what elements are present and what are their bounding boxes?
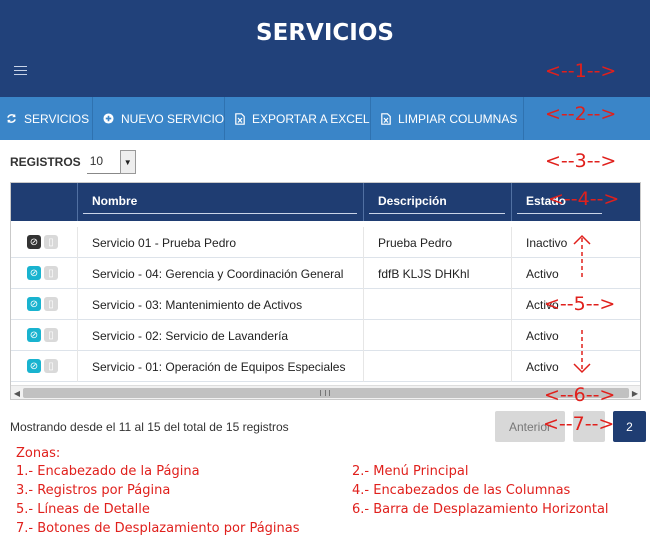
zone-marker-2: <--2-->	[545, 103, 617, 125]
table-row[interactable]: ⊘ ▯ Servicio - 01: Operación de Equipos Es…	[11, 351, 640, 382]
scroll-right-icon[interactable]: ▶	[630, 388, 640, 398]
column-header-label: Nombre	[92, 194, 138, 208]
zone-marker-3: <--3-->	[545, 150, 617, 172]
actions-cell: ⊘ ▯	[11, 258, 77, 289]
cell-nombre: Servicio - 01: Operación de Equipos Espe…	[77, 351, 363, 382]
actions-cell: ⊘ ▯	[11, 351, 77, 382]
legend-item: 2.- Menú Principal	[352, 464, 469, 479]
trash-icon[interactable]: ▯	[44, 235, 58, 249]
scroll-left-icon[interactable]: ◀	[12, 388, 22, 398]
zone-marker-7: <--7-->	[543, 413, 615, 435]
trash-icon[interactable]: ▯	[44, 266, 58, 280]
menu-item-label: SERVICIOS	[24, 111, 90, 126]
toggle-status-icon[interactable]: ⊘	[27, 328, 41, 342]
refresh-icon	[6, 113, 17, 125]
records-summary: Mostrando desde el 11 al 15 del total de…	[10, 420, 289, 434]
cell-nombre: Servicio - 02: Servicio de Lavandería	[77, 320, 363, 351]
cell-nombre: Servicio - 03: Mantenimiento de Activos	[77, 289, 363, 320]
zone-5-arrows	[573, 234, 591, 374]
cell-descripcion: fdfB KLJS DHKhl	[363, 258, 511, 289]
page-title: SERVICIOS	[256, 20, 394, 46]
zone-marker-6: <--6-->	[544, 384, 616, 406]
toggle-status-icon[interactable]: ⊘	[27, 359, 41, 373]
actions-cell: ⊘ ▯	[11, 320, 77, 351]
legend-item: 6.- Barra de Desplazamiento Horizontal	[352, 502, 609, 517]
menu-item-label: LIMPIAR COLUMNAS	[398, 111, 518, 126]
page-size-select[interactable]: 10 ▼	[86, 150, 136, 174]
legend-title: Zonas:	[16, 446, 61, 461]
menu-limpiar-columnas-button[interactable]: LIMPIAR COLUMNAS	[371, 97, 524, 140]
legend-item: 4.- Encabezados de las Columnas	[352, 483, 571, 498]
legend-item: 3.- Registros por Página	[16, 483, 171, 498]
trash-icon[interactable]: ▯	[44, 297, 58, 311]
legend-item: 5.- Líneas de Detalle	[16, 502, 150, 517]
table-row[interactable]: ⊘ ▯ Servicio - 02: Servicio de Lavandería A…	[11, 320, 640, 351]
menu-servicios-button[interactable]: SERVICIOS	[0, 97, 93, 140]
trash-icon[interactable]: ▯	[44, 328, 58, 342]
trash-icon[interactable]: ▯	[44, 359, 58, 373]
toggle-status-icon[interactable]: ⊘	[27, 235, 41, 249]
page-size-value: 10	[89, 154, 104, 168]
hamburger-menu-icon[interactable]	[14, 66, 27, 75]
menu-nuevo-servicio-button[interactable]: NUEVO SERVICIO	[93, 97, 225, 140]
scrollbar-thumb[interactable]	[23, 388, 629, 398]
grip-icon	[320, 390, 330, 396]
page-header: SERVICIOS	[0, 0, 650, 97]
current-page-button[interactable]: 2	[613, 411, 646, 442]
legend-item: 1.- Encabezado de la Página	[16, 464, 200, 479]
menu-item-label: NUEVO SERVICIO	[121, 111, 225, 126]
table-header: Nombre Descripción Estado	[11, 183, 640, 221]
cell-nombre: Servicio - 04: Gerencia y Coordinación G…	[77, 258, 363, 289]
menu-exportar-excel-button[interactable]: EXPORTAR A EXCEL	[225, 97, 371, 140]
table-row[interactable]: ⊘ ▯ Servicio - 04: Gerencia y Coordinación…	[11, 258, 640, 289]
column-header-descripcion[interactable]: Descripción	[363, 183, 511, 221]
actions-cell: ⊘ ▯	[11, 289, 77, 320]
plus-circle-icon	[103, 113, 114, 125]
toggle-status-icon[interactable]: ⊘	[27, 266, 41, 280]
cell-nombre: Servicio 01 - Prueba Pedro	[77, 227, 363, 258]
cell-descripcion	[363, 351, 511, 382]
cell-descripcion	[363, 289, 511, 320]
table-row[interactable]: ⊘ ▯ Servicio 01 - Prueba Pedro Prueba Pedro…	[11, 227, 640, 258]
column-header-actions	[11, 183, 77, 221]
legend-item: 7.- Botones de Desplazamiento por Página…	[16, 521, 300, 536]
excel-file-icon	[235, 112, 245, 125]
page-size-selector: REGISTROS 10 ▼	[10, 150, 136, 174]
column-header-nombre[interactable]: Nombre	[77, 183, 363, 221]
zone-marker-1: <--1-->	[545, 60, 617, 82]
file-clear-icon	[381, 112, 391, 125]
services-table: Nombre Descripción Estado ⊘ ▯ Servicio 01 …	[10, 182, 641, 400]
toggle-status-icon[interactable]: ⊘	[27, 297, 41, 311]
menu-item-label: EXPORTAR A EXCEL	[252, 111, 370, 126]
actions-cell: ⊘ ▯	[11, 227, 77, 258]
column-header-label: Descripción	[378, 194, 447, 208]
cell-descripcion: Prueba Pedro	[363, 227, 511, 258]
cell-descripcion	[363, 320, 511, 351]
chevron-down-icon[interactable]: ▼	[119, 150, 136, 174]
page-size-label: REGISTROS	[10, 155, 81, 169]
zone-marker-4: <--4-->	[548, 188, 620, 210]
